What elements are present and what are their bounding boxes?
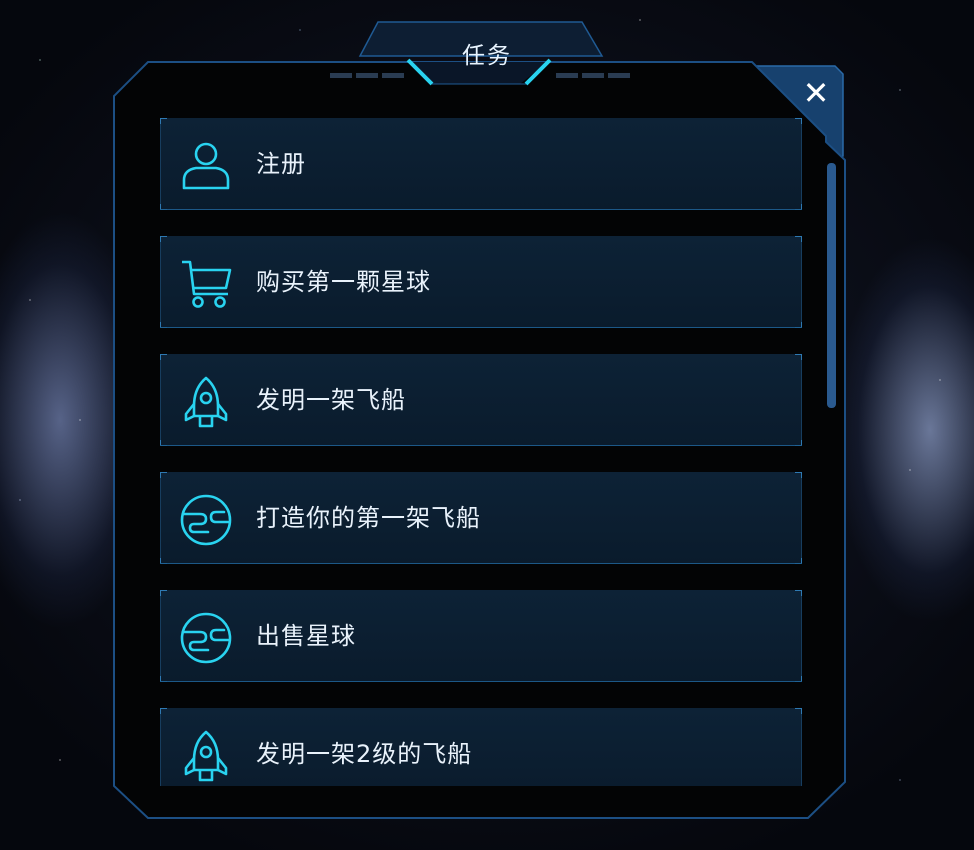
rocket-icon: [184, 376, 228, 428]
cart-icon: [182, 260, 232, 308]
task-item-register[interactable]: 注册: [160, 118, 802, 210]
planet-icon: [180, 612, 232, 664]
rocket-icon: [184, 730, 228, 782]
task-list: 注册 购买第一颗星球 发明一架飞船 打造你的第一架飞船 出售星球 发明一架2级的…: [160, 118, 802, 786]
task-item-invent-level2-ship[interactable]: 发明一架2级的飞船: [160, 708, 802, 786]
task-label: 发明一架2级的飞船: [256, 740, 473, 768]
planet-icon: [180, 494, 232, 546]
scrollbar-thumb[interactable]: [827, 163, 836, 408]
task-item-sell-planet[interactable]: 出售星球: [160, 590, 802, 682]
task-label: 出售星球: [256, 622, 356, 650]
task-item-invent-ship[interactable]: 发明一架飞船: [160, 354, 802, 446]
task-item-buy-planet[interactable]: 购买第一颗星球: [160, 236, 802, 328]
dialog-title: 任务: [462, 43, 512, 69]
task-label: 发明一架飞船: [256, 386, 406, 414]
task-item-build-first-ship[interactable]: 打造你的第一架飞船: [160, 472, 802, 564]
close-button[interactable]: ✕: [790, 68, 842, 120]
task-label: 打造你的第一架飞船: [256, 504, 481, 532]
task-label: 注册: [256, 150, 306, 178]
task-label: 购买第一颗星球: [256, 268, 431, 296]
close-icon: ✕: [802, 74, 830, 112]
user-icon: [182, 142, 230, 190]
